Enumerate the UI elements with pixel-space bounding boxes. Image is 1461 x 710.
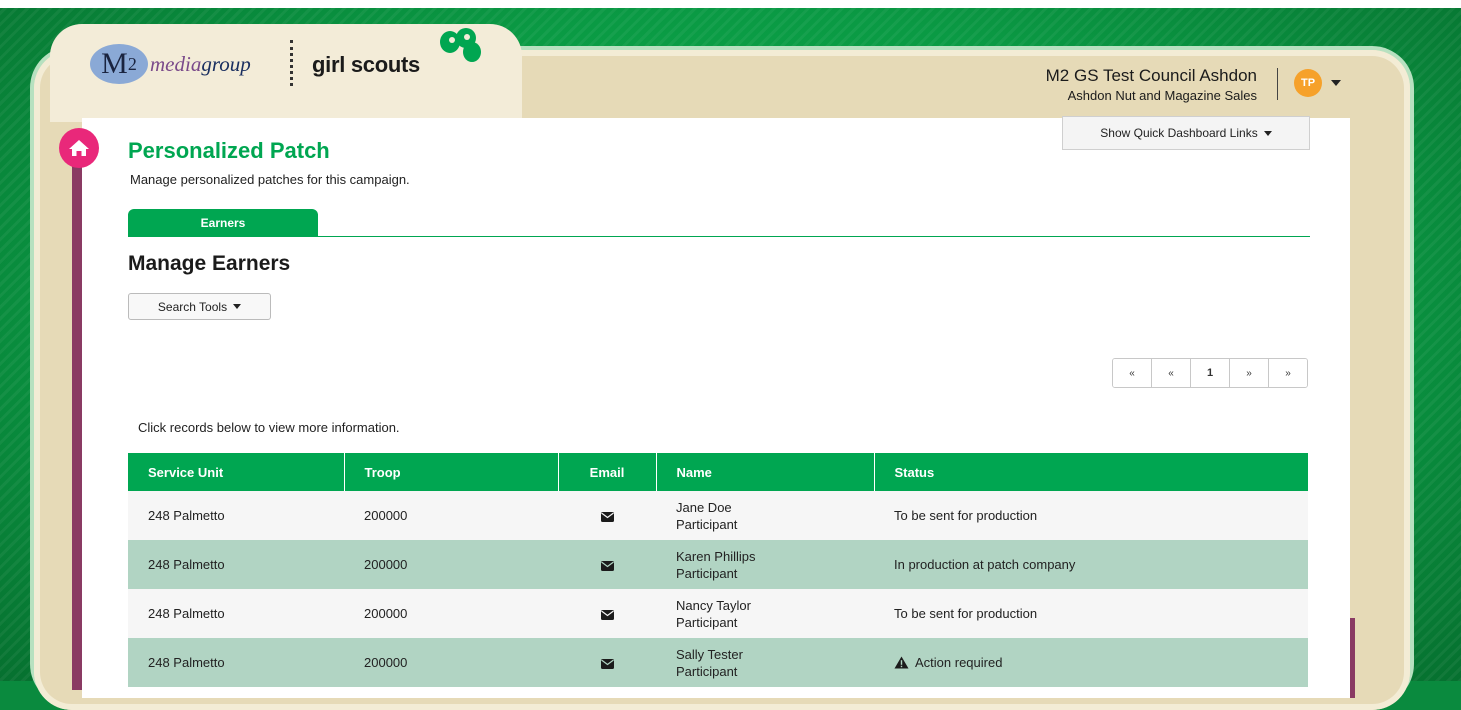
earners-table: Service Unit Troop Email Name Status 248… (128, 453, 1308, 687)
troop-cell: 200000 (344, 491, 558, 540)
search-tools-button[interactable]: Search Tools (128, 293, 271, 320)
home-icon (69, 140, 89, 156)
warning-icon (894, 656, 909, 669)
envelope-icon[interactable] (600, 511, 614, 522)
table-header-row: Service Unit Troop Email Name Status (128, 453, 1308, 491)
troop-cell: 200000 (344, 589, 558, 638)
earner-name: Karen Phillips (676, 548, 756, 564)
tab-underline (128, 236, 1310, 237)
pager-last[interactable]: » (1269, 359, 1307, 387)
pager-first[interactable]: « (1113, 359, 1152, 387)
email-cell[interactable] (558, 491, 656, 540)
table-row[interactable]: 248 Palmetto 200000 Sally Tester Partici… (128, 638, 1308, 687)
section-title: Manage Earners (128, 252, 291, 275)
troop-cell: 200000 (344, 638, 558, 687)
logo-divider (290, 40, 293, 86)
pager-page-1[interactable]: 1 (1191, 359, 1230, 387)
earner-name: Jane Doe (676, 499, 732, 515)
email-cell[interactable] (558, 638, 656, 687)
name-cell: Sally Tester Participant (656, 638, 874, 687)
envelope-icon[interactable] (600, 658, 614, 669)
status-cell: To be sent for production (874, 491, 1308, 540)
home-button[interactable] (59, 128, 99, 168)
status-cell: In production at patch company (874, 540, 1308, 589)
troop-cell: 200000 (344, 540, 558, 589)
status-text: Action required (915, 655, 1003, 670)
campaign-name: Ashdon Nut and Magazine Sales (1067, 88, 1257, 103)
chevron-down-icon (233, 304, 242, 309)
page-title: Personalized Patch (128, 138, 330, 163)
status-cell: Action required (874, 638, 1308, 687)
top-strip (0, 0, 1461, 8)
chevron-down-icon[interactable] (1331, 80, 1341, 86)
quick-links-label: Show Quick Dashboard Links (1100, 126, 1258, 140)
m2-logo[interactable]: M2 (90, 44, 148, 84)
frame-accent-left (72, 150, 82, 690)
table-row[interactable]: 248 Palmetto 200000 Karen Phillips Parti… (128, 540, 1308, 589)
quick-dashboard-links-button[interactable]: Show Quick Dashboard Links (1062, 116, 1310, 150)
service-unit-cell: 248 Palmetto (128, 589, 344, 638)
service-unit-cell: 248 Palmetto (128, 491, 344, 540)
table-hint: Click records below to view more informa… (138, 420, 400, 435)
trefoil-icon (440, 28, 481, 62)
status-cell: To be sent for production (874, 589, 1308, 638)
pager-next[interactable]: » (1230, 359, 1269, 387)
earner-role: Participant (676, 516, 738, 532)
page-subtitle: Manage personalized patches for this cam… (130, 172, 410, 187)
column-header-troop[interactable]: Troop (344, 453, 559, 491)
account-info: M2 GS Test Council Ashdon Ashdon Nut and… (1046, 66, 1257, 103)
search-tools-label: Search Tools (157, 299, 228, 314)
council-name: M2 GS Test Council Ashdon (1045, 66, 1257, 85)
column-header-email[interactable]: Email (558, 453, 657, 491)
service-unit-cell: 248 Palmetto (128, 540, 344, 589)
earner-role: Participant (676, 614, 738, 630)
service-unit-cell: 248 Palmetto (128, 638, 344, 687)
column-header-name[interactable]: Name (656, 453, 875, 491)
envelope-icon[interactable] (600, 560, 614, 571)
girl-scouts-logo-text: girl scouts (312, 52, 420, 77)
column-header-service-unit[interactable]: Service Unit (128, 453, 345, 491)
earner-name: Nancy Taylor (676, 597, 751, 613)
pager-prev[interactable]: « (1152, 359, 1191, 387)
email-cell[interactable] (558, 589, 656, 638)
envelope-icon[interactable] (600, 609, 614, 620)
table-row[interactable]: 248 Palmetto 200000 Nancy Taylor Partici… (128, 589, 1308, 638)
pagination: « « 1 » » (1112, 358, 1308, 388)
mediagroup-logo-text: mediagroup (150, 52, 251, 76)
account-divider (1277, 68, 1278, 100)
user-avatar[interactable]: TP (1294, 69, 1322, 97)
earner-role: Participant (676, 663, 738, 679)
column-header-status[interactable]: Status (874, 453, 1308, 491)
chevron-down-icon (1263, 130, 1272, 136)
earner-name: Sally Tester (676, 646, 743, 662)
table-row[interactable]: 248 Palmetto 200000 Jane Doe Participant… (128, 491, 1308, 540)
email-cell[interactable] (558, 540, 656, 589)
tab-earners[interactable]: Earners (128, 209, 318, 237)
name-cell: Jane Doe Participant (656, 491, 874, 540)
name-cell: Nancy Taylor Participant (656, 589, 874, 638)
earner-role: Participant (676, 565, 738, 581)
name-cell: Karen Phillips Participant (656, 540, 874, 589)
